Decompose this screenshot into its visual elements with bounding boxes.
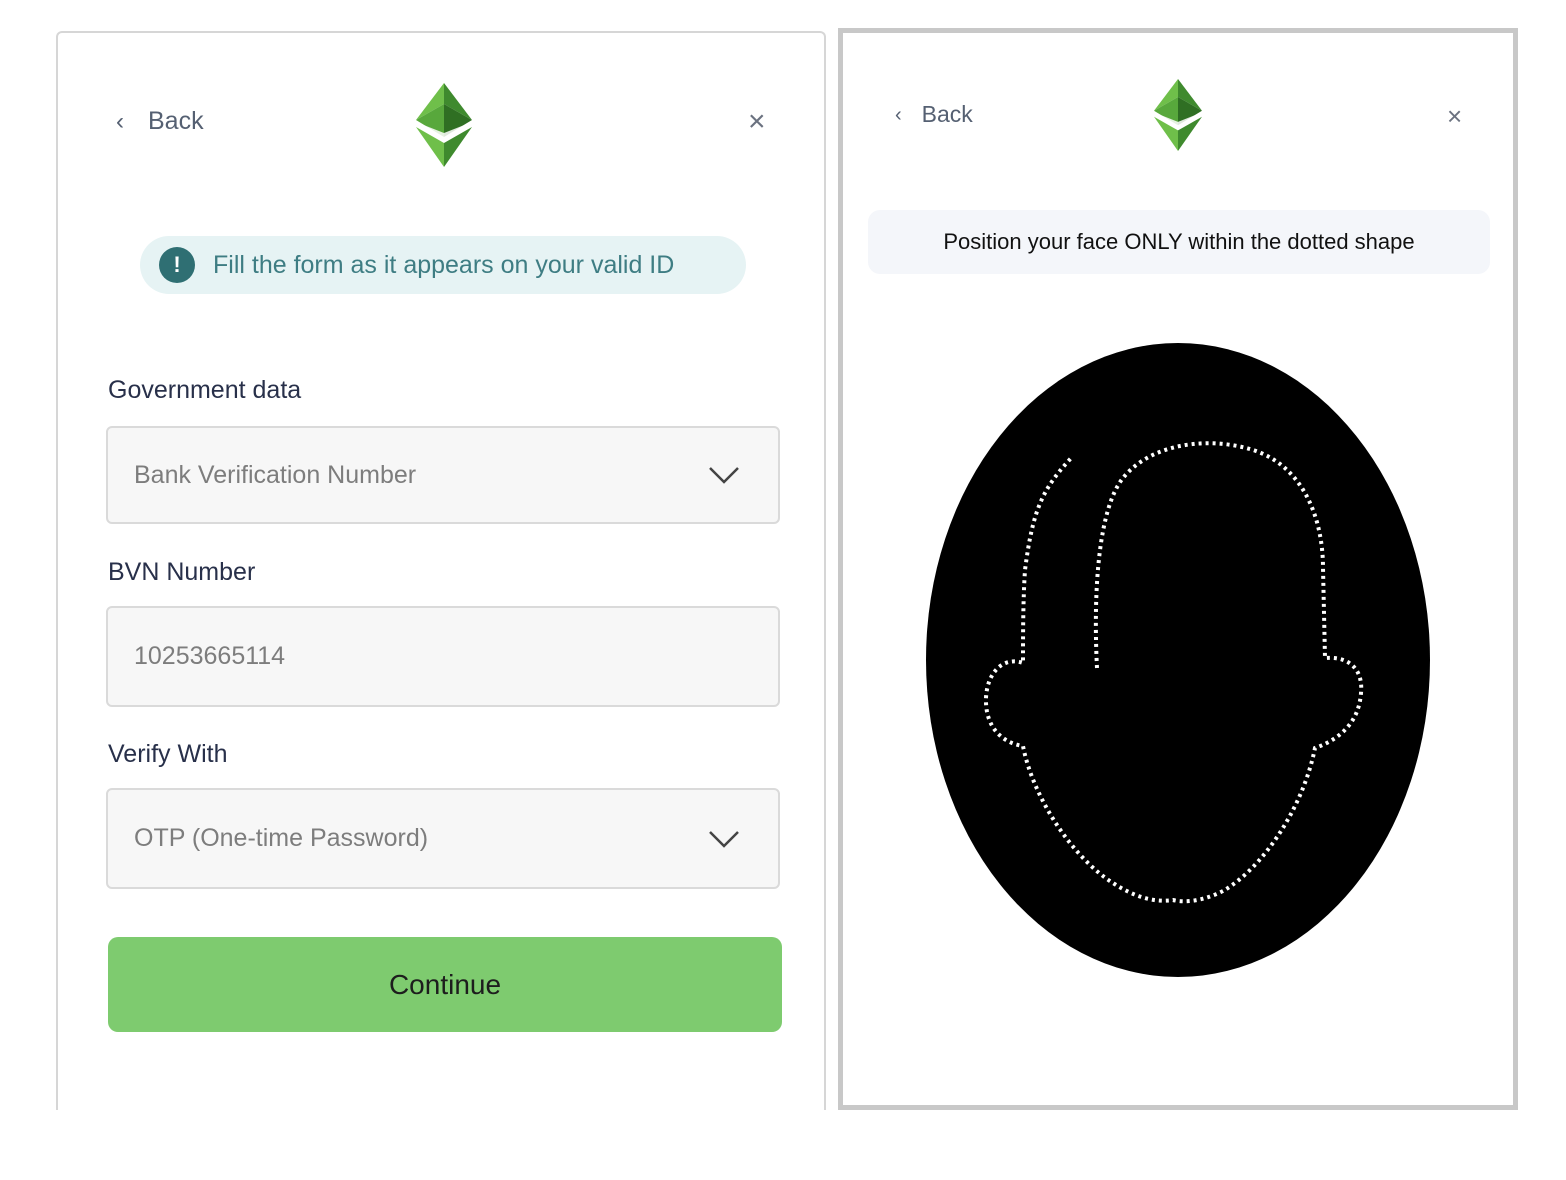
ethereum-classic-logo-icon [416,83,472,167]
back-label: Back [921,101,973,127]
back-label: Back [148,107,204,135]
close-button[interactable]: × [1447,103,1462,129]
form-notice: ! Fill the form as it appears on your va… [140,236,746,294]
government-data-label: Government data [108,376,302,404]
chevron-down-icon [709,467,739,484]
id-form-panel: ‹ Back × ! Fill the form as it appears o… [56,31,826,1110]
close-button[interactable]: × [748,107,766,137]
ethereum-classic-logo-icon [1154,79,1202,151]
bvn-number-input[interactable]: 10253665114 [106,606,780,707]
back-button[interactable]: ‹ Back [895,101,973,128]
verify-with-label: Verify With [108,740,228,768]
chevron-left-icon: ‹ [895,103,902,126]
camera-oval [926,343,1430,977]
face-instruction-text: Position your face ONLY within the dotte… [943,229,1415,254]
close-icon: × [1447,101,1463,131]
chevron-left-icon: ‹ [116,107,124,135]
camera-viewport [926,343,1430,977]
face-capture-panel: ‹ Back × Position your face ONLY within … [838,28,1518,1110]
back-button[interactable]: ‹ Back [116,107,204,136]
government-data-select[interactable]: Bank Verification Number [106,426,780,524]
continue-button[interactable]: Continue [108,937,782,1032]
bvn-number-label: BVN Number [108,558,256,586]
notice-text: Fill the form as it appears on your vali… [213,250,675,279]
face-instruction-banner: Position your face ONLY within the dotte… [868,210,1490,274]
bvn-number-value: 10253665114 [134,642,286,670]
info-icon: ! [159,247,195,283]
continue-label: Continue [388,968,502,1000]
verify-with-select[interactable]: OTP (One-time Password) [106,788,780,889]
close-icon: × [748,105,766,138]
chevron-down-icon [709,830,739,848]
government-data-value: Bank Verification Number [134,460,417,489]
verify-with-value: OTP (One-time Password) [134,824,429,852]
